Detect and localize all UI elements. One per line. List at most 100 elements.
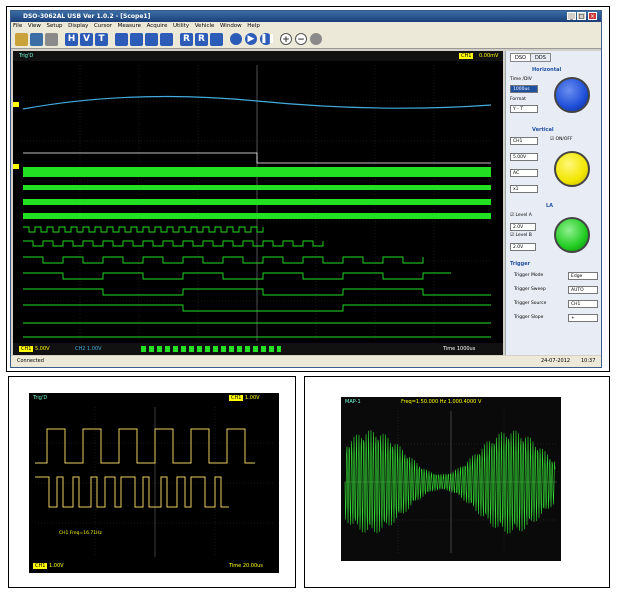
trigger-button[interactable]: T: [95, 33, 108, 46]
vertical-button[interactable]: V: [80, 33, 93, 46]
menu-cursor[interactable]: Cursor: [92, 22, 114, 31]
menu-acquire[interactable]: Acquire: [145, 22, 170, 31]
br-info: Freq=1.50.000 Hz 1.000.4000 V: [401, 399, 482, 405]
format-select[interactable]: Y - T: [510, 105, 538, 113]
bl-clock-trace: [35, 428, 255, 464]
corner-icon[interactable]: [210, 33, 223, 46]
status-date: 24-07-2012: [541, 358, 571, 364]
menu-utility[interactable]: Utility: [171, 22, 191, 31]
toolbar: H V T R R ▶ ❚❚ + −: [11, 31, 601, 49]
d1-dense-bus: [23, 185, 491, 190]
run-button[interactable]: R: [180, 33, 193, 46]
vertical-section-title: Vertical: [532, 127, 554, 133]
pulse-inverse-icon[interactable]: [130, 33, 143, 46]
bl-foot-ch-value: 1.00V: [49, 563, 64, 569]
vertical-channel-select[interactable]: CH1: [510, 137, 538, 145]
reference-button[interactable]: R: [195, 33, 208, 46]
bl-data-trace: [35, 476, 229, 508]
ch2-scale-value: 1.00V: [87, 346, 102, 352]
trigger-section-title: Trigger: [510, 261, 531, 267]
tab-dds[interactable]: DDS: [530, 53, 551, 62]
la-knob[interactable]: [554, 217, 590, 253]
ch2-scale: CH2 1.00V: [75, 343, 102, 355]
trigger-sweep-label: Trigger Sweep: [514, 287, 546, 292]
coupling-select[interactable]: AC: [510, 169, 538, 177]
d2-dense-bus: [23, 199, 491, 205]
menu-file[interactable]: File: [11, 22, 24, 31]
zoom-out-icon[interactable]: −: [295, 33, 307, 45]
horizontal-button[interactable]: H: [65, 33, 78, 46]
bl-ch-indicator: CH1 1.00V: [229, 395, 260, 401]
level-a-select[interactable]: 2.0V: [510, 223, 536, 231]
channel-markers: [13, 102, 19, 169]
level-b-select[interactable]: 2.0V: [510, 243, 536, 251]
level-b-checkbox[interactable]: ☑ Level B: [510, 233, 532, 238]
volt-div-select[interactable]: 5.00V: [510, 153, 538, 161]
print-icon[interactable]: [45, 33, 58, 46]
menu-measure[interactable]: Measure: [116, 22, 143, 31]
trigger-sweep-select[interactable]: AUTO: [568, 286, 598, 294]
tab-dso[interactable]: DSO: [510, 53, 531, 62]
scope-screen-right: MAP-1 Freq=1.50.000 Hz 1.000.4000 V: [341, 397, 561, 561]
app-window: DSO-3062AL USB Ver 1.0.2 - [Scope1] _ □ …: [10, 10, 602, 368]
waveform-grid: [13, 65, 492, 341]
level-b-label: Level B: [515, 233, 532, 238]
bl-waveform: [35, 407, 273, 557]
control-panel: DSO DDS Horizontal Time /DIV 1000us Form…: [505, 51, 601, 355]
zoom-in-icon[interactable]: +: [280, 33, 292, 45]
ch2-label: CH2: [75, 346, 86, 352]
channel-indicator: CH1: [459, 51, 474, 61]
pulse-wide-icon[interactable]: [145, 33, 158, 46]
trigger-slope-select[interactable]: +: [568, 314, 598, 322]
save-icon[interactable]: [30, 33, 43, 46]
d5-trace: [23, 240, 324, 247]
menu-help[interactable]: Help: [245, 22, 262, 31]
pause-icon[interactable]: ❚❚: [260, 33, 275, 45]
bottom-right-screenshot: MAP-1 Freq=1.50.000 Hz 1.000.4000 V: [304, 376, 610, 588]
waveform-icon[interactable]: [230, 33, 242, 45]
pulse-icon[interactable]: [115, 33, 128, 46]
digital-channel-strip: [141, 346, 281, 352]
vertical-knob[interactable]: [554, 151, 590, 187]
d4-trace: [23, 226, 264, 233]
close-button[interactable]: ×: [588, 12, 597, 20]
scope-screen-left: Trig'D CH1 1.00V CH1 Freq=16.71Hz CH1 1.…: [29, 393, 279, 573]
bl-foot-ch-badge: CH1: [33, 563, 48, 569]
scope-footer: CH1 5.00V CH2 1.00V Time 1000us: [13, 343, 503, 355]
menu-vehicle[interactable]: Vehicle: [193, 22, 217, 31]
br-mode-label: MAP-1: [345, 399, 361, 405]
menu-display[interactable]: Display: [66, 22, 90, 31]
format-label: Format: [510, 97, 526, 102]
trigger-source-select[interactable]: CH1: [568, 300, 598, 308]
br-waveform: [344, 411, 557, 553]
status-time: 10:37: [581, 358, 596, 364]
pulse-narrow-icon[interactable]: [160, 33, 173, 46]
bottom-left-screenshot: Trig'D CH1 1.00V CH1 Freq=16.71Hz CH1 1.…: [8, 376, 296, 588]
d6-trace: [23, 256, 424, 264]
time-div-select[interactable]: 1000us: [510, 85, 538, 93]
window-title: DSO-3062AL USB Ver 1.0.2 - [Scope1]: [23, 13, 151, 20]
folder-icon[interactable]: [15, 33, 28, 46]
d7-trace: [23, 272, 451, 280]
level-a-checkbox[interactable]: ☑ Level A: [510, 213, 532, 218]
settings-icon[interactable]: [310, 33, 322, 45]
horizontal-knob[interactable]: [554, 77, 590, 113]
trigger-mode-select[interactable]: Edge: [568, 272, 598, 280]
menu-setup[interactable]: Setup: [44, 22, 64, 31]
play-icon[interactable]: ▶: [245, 33, 257, 45]
status-bar: Connected 24-07-2012 10:37: [11, 356, 601, 367]
onoff-checkbox[interactable]: ☑ ON/OFF: [550, 137, 573, 142]
maximize-button[interactable]: □: [577, 12, 586, 20]
menu-window[interactable]: Window: [218, 22, 244, 31]
scope-display: Trig'D CH1 0.00mV CH1 5.00V CH2 1.00V Ti…: [13, 51, 503, 355]
bl-ch-badge: CH1: [229, 395, 244, 401]
d0-dense-bus: [23, 167, 491, 177]
ch1-scale-value: 5.00V: [35, 346, 50, 352]
trigger-mode-label: Trigger Mode: [514, 273, 544, 278]
menu-view[interactable]: View: [26, 22, 43, 31]
probe-select[interactable]: x1: [510, 185, 538, 193]
timebase-readout: Time 1000us: [443, 346, 476, 352]
minimize-button[interactable]: _: [567, 12, 576, 20]
ch1-label: CH1: [19, 346, 34, 352]
d3-dense-bus: [23, 213, 491, 219]
